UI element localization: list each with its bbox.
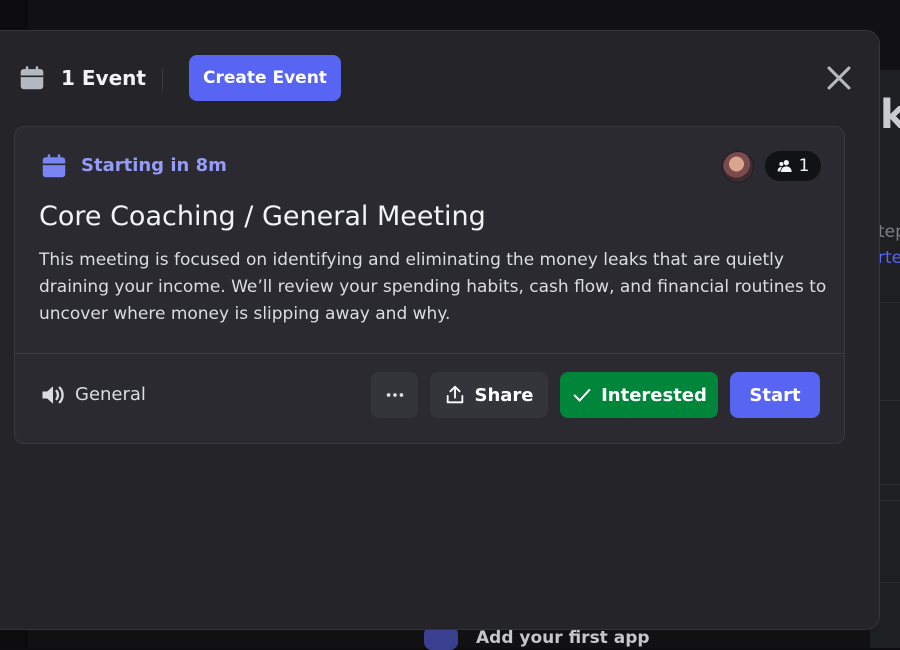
speaker-icon	[42, 386, 64, 404]
background-link: rte	[878, 248, 900, 268]
avatar[interactable]	[722, 151, 754, 183]
events-modal: 1 Event Create Event Starting in 8m 1 Co…	[0, 30, 880, 630]
header-divider	[162, 68, 163, 90]
background-heading: k	[880, 92, 900, 138]
start-event-button[interactable]: Start	[730, 372, 820, 418]
interested-label: Interested	[601, 384, 707, 406]
card-divider	[15, 353, 844, 354]
interested-button[interactable]: Interested	[560, 372, 718, 418]
share-button[interactable]: Share	[430, 372, 548, 418]
checkmark-icon	[573, 388, 591, 402]
event-card[interactable]: Starting in 8m 1 Core Coaching / General…	[14, 126, 845, 444]
share-label: Share	[474, 384, 534, 406]
more-options-button[interactable]	[371, 372, 418, 418]
more-icon	[386, 393, 403, 397]
events-count-title: 1 Event	[61, 66, 146, 90]
add-app-label: Add your first app	[476, 628, 650, 648]
event-description: This meeting is focused on identifying a…	[39, 250, 827, 324]
voice-channel-name[interactable]: General	[75, 384, 146, 405]
interested-count-badge[interactable]: 1	[765, 151, 821, 181]
calendar-icon	[20, 66, 44, 90]
interested-count: 1	[798, 156, 810, 176]
create-event-button[interactable]: Create Event	[189, 55, 341, 101]
close-icon[interactable]	[822, 61, 856, 95]
modal-header: 1 Event Create Event	[0, 31, 879, 125]
share-icon	[447, 385, 464, 404]
background-text: tep	[878, 222, 900, 242]
start-label: Start	[749, 384, 801, 406]
event-title: Core Coaching / General Meeting	[39, 201, 486, 232]
event-start-status: Starting in 8m	[81, 155, 227, 176]
calendar-icon	[42, 154, 66, 178]
people-icon	[777, 160, 792, 172]
